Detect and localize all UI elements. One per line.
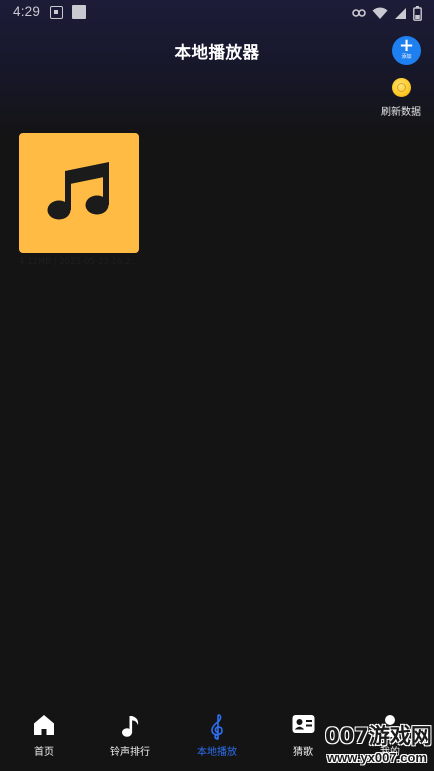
plus-icon: + — [398, 35, 415, 56]
add-button-label: 添加 — [401, 54, 412, 60]
track-meta: 4.12MB | 2025-05-23 16:2... — [19, 257, 139, 267]
nav-item-local-play[interactable]: 本地播放 — [177, 714, 257, 758]
person-icon — [350, 714, 430, 738]
id-card-icon — [263, 714, 343, 738]
nav-item-home[interactable]: 首页 — [4, 714, 84, 758]
battery-icon — [413, 5, 422, 21]
refresh-data-button[interactable]: 刷新数据 — [374, 78, 428, 118]
link-icon — [352, 7, 366, 19]
track-cover — [19, 133, 139, 253]
nav-label-guess-song: 猜歌 — [293, 747, 313, 758]
page-title: 本地播放器 — [174, 43, 260, 62]
music-note-icon — [90, 714, 170, 738]
notification-square-icon — [50, 6, 63, 19]
treble-clef-icon — [177, 714, 257, 740]
track-size: 4.12MB — [19, 257, 52, 267]
status-time: 4:29 — [13, 4, 41, 19]
refresh-data-label: 刷新数据 — [381, 107, 421, 118]
local-player-screen: 4:29 本地播放器 + 添加 刷新数据 4.12MB | 2025-05-23… — [0, 0, 434, 771]
nav-item-guess-song[interactable]: 猜歌 — [263, 714, 343, 758]
nav-label-mine: 我的 — [380, 747, 400, 758]
nav-item-mine[interactable]: 我的 — [350, 714, 430, 758]
nav-item-ringtone-ranking[interactable]: 铃声排行 — [90, 714, 170, 758]
signal-icon — [394, 7, 407, 20]
wifi-icon — [372, 7, 388, 20]
track-date: 2025-05-23 16:2... — [59, 257, 139, 267]
nav-label-ringtone-ranking: 铃声排行 — [110, 747, 150, 758]
bottom-nav: 首页 铃声排行 本地播放 猜歌 我的 — [0, 706, 434, 771]
track-card[interactable]: 4.12MB | 2025-05-23 16:2... — [19, 133, 140, 267]
music-note-icon — [47, 162, 109, 220]
status-bar: 4:29 — [0, 0, 434, 26]
notification-filled-icon — [72, 5, 86, 19]
nav-label-local-play: 本地播放 — [197, 747, 237, 758]
add-button[interactable]: + 添加 — [392, 36, 421, 65]
home-icon — [4, 714, 84, 738]
status-icons — [352, 3, 422, 23]
nav-label-home: 首页 — [34, 747, 54, 758]
coin-icon — [391, 78, 411, 97]
